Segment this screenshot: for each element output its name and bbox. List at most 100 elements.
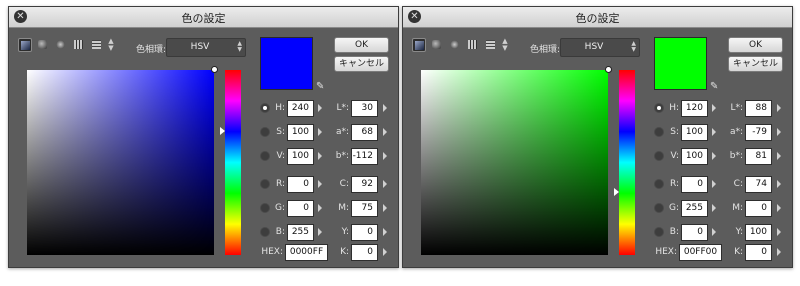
hue-slider[interactable] — [619, 70, 635, 255]
v-input[interactable]: 100 — [287, 148, 314, 165]
ok-button[interactable]: OK — [334, 37, 389, 53]
bstar-arrow-icon[interactable] — [383, 152, 387, 160]
square-picker-mode-button[interactable] — [412, 38, 426, 52]
b-input[interactable]: 255 — [287, 224, 314, 241]
radio-b[interactable] — [654, 227, 664, 237]
grid-picker-mode-button[interactable] — [72, 38, 86, 52]
radio-r[interactable] — [260, 179, 270, 189]
y-arrow-icon[interactable] — [383, 228, 387, 236]
g-input[interactable]: 0 — [287, 200, 314, 217]
hex-input[interactable]: 00FF00 — [679, 244, 722, 261]
v-arrow-icon[interactable] — [712, 152, 716, 160]
g-arrow-icon[interactable] — [712, 204, 716, 212]
square-picker-mode-button[interactable] — [18, 38, 32, 52]
c-arrow-icon[interactable] — [383, 180, 387, 188]
hex-input[interactable]: 0000FF — [285, 244, 328, 261]
cancel-button[interactable]: キャンセル — [728, 56, 783, 72]
m-input[interactable]: 75 — [351, 200, 378, 217]
eyedropper-icon[interactable]: ✎ — [316, 81, 328, 93]
bstar-arrow-icon[interactable] — [777, 152, 781, 160]
radio-v[interactable] — [260, 151, 270, 161]
radio-r[interactable] — [654, 179, 664, 189]
radio-b[interactable] — [260, 227, 270, 237]
g-input[interactable]: 255 — [681, 200, 708, 217]
h-input[interactable]: 240 — [287, 100, 314, 117]
y-input[interactable]: 100 — [745, 224, 772, 241]
hue-slider[interactable] — [225, 70, 241, 255]
radio-s[interactable] — [260, 127, 270, 137]
c-input[interactable]: 92 — [351, 176, 378, 193]
l-label: L*: — [730, 103, 743, 113]
strip-picker-mode-button[interactable] — [90, 38, 104, 52]
v-input[interactable]: 100 — [681, 148, 708, 165]
radio-s[interactable] — [654, 127, 664, 137]
grid-picker-mode-button[interactable] — [466, 38, 480, 52]
a-input[interactable]: -79 — [745, 124, 772, 141]
y-arrow-icon[interactable] — [777, 228, 781, 236]
sv-cursor[interactable] — [605, 66, 612, 73]
v-arrow-icon[interactable] — [318, 152, 322, 160]
cancel-button[interactable]: キャンセル — [334, 56, 389, 72]
radio-g[interactable] — [654, 203, 664, 213]
k-input[interactable]: 0 — [351, 244, 378, 261]
k-arrow-icon[interactable] — [383, 248, 387, 256]
saturation-value-area[interactable] — [421, 66, 612, 255]
s-arrow-icon[interactable] — [318, 128, 322, 136]
hex-label: HEX: — [655, 247, 677, 257]
sv-cursor[interactable] — [211, 66, 218, 73]
title-bar: ✕ 色の設定 — [403, 7, 792, 28]
mode-stepper[interactable]: ▲ ▼ — [107, 38, 115, 52]
radio-h[interactable] — [654, 103, 664, 113]
color-space-select[interactable]: HSV ▲ ▼ — [560, 38, 640, 57]
mode-stepper[interactable]: ▲ ▼ — [501, 38, 509, 52]
y-input[interactable]: 0 — [351, 224, 378, 241]
m-arrow-icon[interactable] — [383, 204, 387, 212]
s-input[interactable]: 100 — [287, 124, 314, 141]
r-arrow-icon[interactable] — [712, 180, 716, 188]
radio-v[interactable] — [654, 151, 664, 161]
a-input[interactable]: 68 — [351, 124, 378, 141]
radio-h[interactable] — [260, 103, 270, 113]
m-arrow-icon[interactable] — [777, 204, 781, 212]
h-arrow-icon[interactable] — [318, 104, 322, 112]
l-arrow-icon[interactable] — [777, 104, 781, 112]
r-input[interactable]: 0 — [287, 176, 314, 193]
wheel-picker-mode-button[interactable] — [54, 38, 68, 52]
a-arrow-icon[interactable] — [383, 128, 387, 136]
b-input[interactable]: 0 — [681, 224, 708, 241]
k-input[interactable]: 0 — [745, 244, 772, 261]
a-arrow-icon[interactable] — [777, 128, 781, 136]
r-input[interactable]: 0 — [681, 176, 708, 193]
l-input[interactable]: 88 — [745, 100, 772, 117]
l-arrow-icon[interactable] — [383, 104, 387, 112]
hue-marker-icon[interactable] — [220, 127, 225, 135]
saturation-value-area[interactable] — [27, 66, 218, 255]
b-arrow-icon[interactable] — [712, 228, 716, 236]
c-input[interactable]: 74 — [745, 176, 772, 193]
eyedropper-icon[interactable]: ✎ — [710, 81, 722, 93]
y-label: Y: — [341, 227, 349, 237]
s-arrow-icon[interactable] — [712, 128, 716, 136]
bstar-input[interactable]: -112 — [351, 148, 378, 165]
ok-button[interactable]: OK — [728, 37, 783, 53]
m-input[interactable]: 0 — [745, 200, 772, 217]
r-arrow-icon[interactable] — [318, 180, 322, 188]
r-label: R: — [275, 179, 285, 189]
c-arrow-icon[interactable] — [777, 180, 781, 188]
color-space-select[interactable]: HSV ▲ ▼ — [166, 38, 246, 57]
h-input[interactable]: 120 — [681, 100, 708, 117]
h-arrow-icon[interactable] — [712, 104, 716, 112]
l-input[interactable]: 30 — [351, 100, 378, 117]
k-arrow-icon[interactable] — [777, 248, 781, 256]
g-arrow-icon[interactable] — [318, 204, 322, 212]
strip-picker-mode-button[interactable] — [484, 38, 498, 52]
s-input[interactable]: 100 — [681, 124, 708, 141]
chevron-updown-icon: ▲ ▼ — [237, 40, 242, 53]
hue-marker-icon[interactable] — [614, 188, 619, 196]
bstar-input[interactable]: 81 — [745, 148, 772, 165]
radio-g[interactable] — [260, 203, 270, 213]
b-arrow-icon[interactable] — [318, 228, 322, 236]
wheel-picker-mode-button[interactable] — [448, 38, 462, 52]
circle-picker-mode-button[interactable] — [36, 38, 50, 52]
circle-picker-mode-button[interactable] — [430, 38, 444, 52]
